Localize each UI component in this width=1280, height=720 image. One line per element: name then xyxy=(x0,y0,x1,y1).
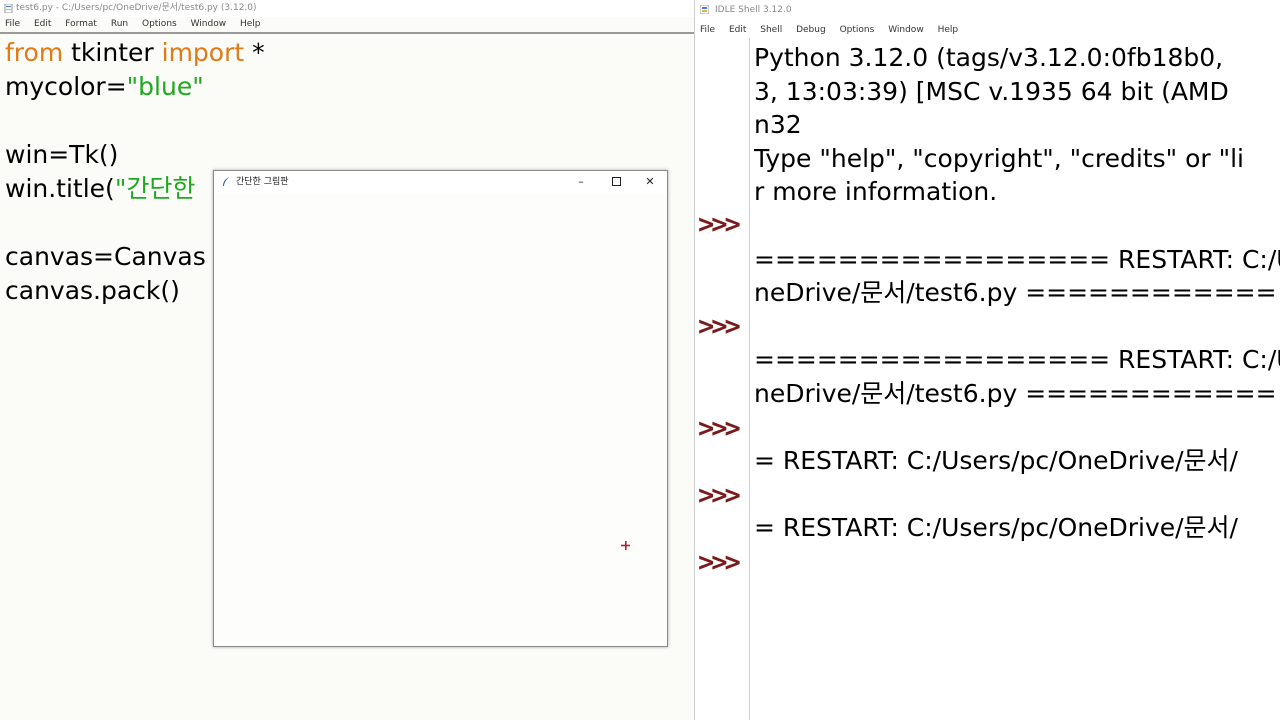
menu-run[interactable]: Run xyxy=(111,19,128,29)
crosshair-cursor-icon xyxy=(621,541,630,550)
menu-format[interactable]: Format xyxy=(65,19,97,29)
code-line: from tkinter import * xyxy=(5,36,694,70)
shell-output-line xyxy=(754,209,1280,243)
drawing-canvas[interactable] xyxy=(214,194,667,646)
shell-output-line xyxy=(754,545,1280,579)
code-token: mycolor= xyxy=(5,72,127,101)
editor-title-text: test6.py - C:/Users/pc/OneDrive/문서/test6… xyxy=(16,3,257,13)
code-line: win=Tk() xyxy=(5,138,694,172)
editor-divider xyxy=(0,32,694,34)
shell-menu-window[interactable]: Window xyxy=(888,25,924,35)
code-token: win=Tk() xyxy=(5,140,119,169)
code-token: * xyxy=(244,38,265,67)
shell-menu-shell[interactable]: Shell xyxy=(760,25,782,35)
menu-options[interactable]: Options xyxy=(142,19,177,29)
editor-title-bar[interactable]: test6.py - C:/Users/pc/OneDrive/문서/test6… xyxy=(0,0,694,17)
tk-feather-icon xyxy=(223,177,229,186)
menu-file[interactable]: File xyxy=(5,19,20,29)
shell-prompt: >>> xyxy=(698,209,741,240)
shell-menu-options[interactable]: Options xyxy=(840,25,875,35)
shell-output-line: neDrive/문서/test6.py ============ xyxy=(754,378,1277,408)
shell-output-line xyxy=(754,478,1280,512)
shell-output-line: = RESTART: C:/Users/pc/OneDrive/문서/ xyxy=(754,513,1238,543)
code-string: "간단한 xyxy=(114,174,196,203)
python-file-icon xyxy=(4,4,13,13)
idle-shell-window: IDLE Shell 3.12.0 File Edit Shell Debug … xyxy=(694,0,1280,720)
shell-menu-debug[interactable]: Debug xyxy=(796,25,826,35)
shell-title-text: IDLE Shell 3.12.0 xyxy=(715,5,792,15)
shell-output-line: r more information. xyxy=(754,177,998,207)
maximize-button[interactable] xyxy=(599,171,633,193)
shell-output-line: ================= RESTART: C:/U xyxy=(754,345,1280,375)
tk-paint-window: 간단한 그림판 – ✕ xyxy=(213,170,668,647)
shell-prompt: >>> xyxy=(698,547,741,578)
code-string: "blue" xyxy=(126,72,204,101)
tk-window-title: 간단한 그림판 xyxy=(236,177,289,187)
close-button[interactable]: ✕ xyxy=(633,171,667,193)
editor-menubar: File Edit Format Run Options Window Help xyxy=(5,17,272,32)
shell-prompt: >>> xyxy=(698,480,741,511)
menu-edit[interactable]: Edit xyxy=(34,19,51,29)
minimize-button[interactable]: – xyxy=(564,171,598,193)
shell-title-bar[interactable]: IDLE Shell 3.12.0 xyxy=(695,0,1280,20)
menu-help[interactable]: Help xyxy=(240,19,261,29)
code-token: canvas.pack() xyxy=(5,276,180,305)
maximize-icon xyxy=(611,176,621,186)
idle-icon xyxy=(700,5,709,14)
shell-output-line xyxy=(754,411,1280,445)
code-token: win.title( xyxy=(5,174,115,203)
shell-menu-file[interactable]: File xyxy=(700,25,715,35)
shell-output-line: n32 xyxy=(754,110,802,140)
shell-menu-help[interactable]: Help xyxy=(938,25,959,35)
shell-menubar: File Edit Shell Debug Options Window Hel… xyxy=(700,23,969,38)
code-token: canvas=Canvas xyxy=(5,242,206,271)
shell-output-line: ================= RESTART: C:/U xyxy=(754,244,1280,274)
code-line: mycolor="blue" xyxy=(5,70,694,104)
shell-output-line: = RESTART: C:/Users/pc/OneDrive/문서/ xyxy=(754,446,1238,476)
shell-output-line: neDrive/문서/test6.py ============ xyxy=(754,278,1277,308)
shell-prompt-gutter: >>> >>> >>> >>> >>> xyxy=(695,38,750,720)
code-token: tkinter xyxy=(63,38,162,67)
shell-output-line: Python 3.12.0 (tags/v3.12.0:0fb18b0, xyxy=(754,43,1232,72)
shell-output-line xyxy=(754,310,1280,344)
code-keyword: import xyxy=(161,38,245,67)
menu-window[interactable]: Window xyxy=(191,19,227,29)
shell-prompt: >>> xyxy=(698,311,741,342)
tk-title-bar[interactable]: 간단한 그림판 – ✕ xyxy=(214,171,667,193)
shell-output-area[interactable]: Python 3.12.0 (tags/v3.12.0:0fb18b0, 3, … xyxy=(754,41,1280,579)
shell-output-line: Type "help", "copyright", "credits" or "… xyxy=(754,143,1244,173)
shell-menu-edit[interactable]: Edit xyxy=(729,25,746,35)
shell-output-line: 3, 13:03:39) [MSC v.1935 64 bit (AMD xyxy=(754,76,1229,106)
code-keyword: from xyxy=(5,38,64,67)
shell-prompt: >>> xyxy=(698,413,741,444)
